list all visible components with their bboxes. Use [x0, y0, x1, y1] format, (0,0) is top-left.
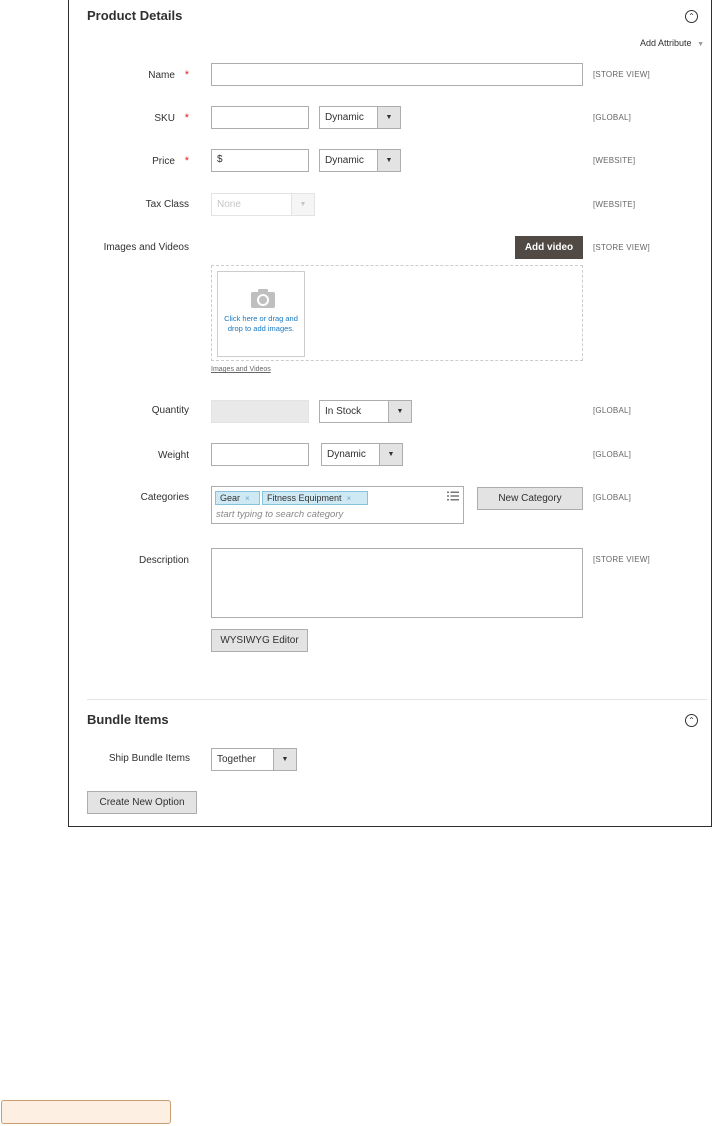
- price-input[interactable]: $: [211, 149, 309, 172]
- required-marker: *: [184, 69, 189, 81]
- chevron-down-icon: ▼: [379, 444, 402, 465]
- weight-mode-value: Dynamic: [327, 449, 366, 460]
- weight-scope: [GLOBAL]: [593, 450, 632, 459]
- camera-icon: [251, 289, 275, 308]
- stock-status-select[interactable]: In Stock ▼: [319, 400, 412, 423]
- chevron-down-icon: ▼: [273, 749, 296, 770]
- tax-class-label: Tax Class: [145, 199, 189, 210]
- categories-label: Categories: [140, 492, 189, 503]
- quantity-label: Quantity: [151, 405, 189, 416]
- sku-scope: [GLOBAL]: [593, 113, 632, 122]
- tax-class-value: None: [217, 199, 241, 210]
- name-input[interactable]: [211, 63, 583, 86]
- tax-class-scope: [WEBSITE]: [593, 200, 636, 209]
- weight-input[interactable]: [211, 443, 309, 466]
- chevron-down-icon: ▼: [291, 194, 314, 215]
- upload-hint: Click here or drag and drop to add image…: [224, 314, 298, 333]
- add-attribute-label: Add Attribute: [640, 38, 692, 48]
- images-scope: [STORE VIEW]: [593, 243, 650, 252]
- name-scope: [STORE VIEW]: [593, 70, 650, 79]
- category-tag-label: Fitness Equipment: [267, 493, 342, 503]
- collapse-icon[interactable]: ⌃: [685, 10, 698, 23]
- price-scope: [WEBSITE]: [593, 156, 636, 165]
- required-marker: *: [184, 112, 189, 124]
- content-panel: Product Details ⌃ Add Attribute ▼ Name *…: [68, 0, 712, 827]
- category-search-placeholder[interactable]: start typing to search category: [216, 509, 343, 520]
- create-new-option-button[interactable]: Create New Option: [87, 791, 197, 814]
- required-marker: *: [184, 155, 189, 167]
- images-videos-link[interactable]: Images and Videos: [211, 366, 271, 373]
- product-details-title: Product Details: [87, 8, 183, 23]
- price-mode-value: Dynamic: [325, 155, 364, 166]
- chevron-down-icon: ▼: [377, 107, 400, 128]
- ship-bundle-items-value: Together: [217, 754, 256, 765]
- ship-bundle-items-select[interactable]: Together ▼: [211, 748, 297, 771]
- weight-label: Weight: [158, 450, 189, 461]
- quantity-scope: [GLOBAL]: [593, 406, 632, 415]
- add-video-button[interactable]: Add video: [515, 236, 583, 259]
- quantity-input[interactable]: [211, 400, 309, 423]
- category-tag-fitness-equipment[interactable]: Fitness Equipment ×: [262, 491, 368, 505]
- new-category-button[interactable]: New Category: [477, 487, 583, 510]
- category-tag-gear[interactable]: Gear ×: [215, 491, 260, 505]
- section-divider: [87, 699, 707, 700]
- image-dropzone[interactable]: Click here or drag and drop to add image…: [211, 265, 583, 361]
- collapse-icon[interactable]: ⌃: [685, 714, 698, 727]
- chevron-down-icon: ▼: [377, 150, 400, 171]
- add-attribute-button[interactable]: Add Attribute ▼: [640, 38, 704, 48]
- sku-label: SKU *: [154, 112, 189, 124]
- stock-status-value: In Stock: [325, 406, 362, 417]
- description-scope: [STORE VIEW]: [593, 555, 650, 564]
- currency-prefix: $: [217, 154, 223, 165]
- description-textarea[interactable]: [211, 548, 583, 618]
- list-icon[interactable]: [447, 491, 459, 501]
- categories-multiselect[interactable]: Gear × Fitness Equipment × start typing …: [211, 486, 464, 524]
- price-label: Price *: [152, 155, 189, 167]
- footer-placeholder-bar: [1, 1100, 171, 1124]
- images-label: Images and Videos: [103, 242, 189, 253]
- image-upload-tile[interactable]: Click here or drag and drop to add image…: [217, 271, 305, 357]
- category-tag-label: Gear: [220, 493, 241, 503]
- tax-class-select[interactable]: None ▼: [211, 193, 315, 216]
- name-label: Name *: [148, 69, 189, 81]
- chevron-down-icon: ▼: [388, 401, 411, 422]
- ship-bundle-items-label: Ship Bundle Items: [108, 753, 190, 764]
- categories-scope: [GLOBAL]: [593, 493, 632, 502]
- chevron-down-icon: ▼: [697, 41, 704, 48]
- remove-tag-icon[interactable]: ×: [347, 494, 352, 503]
- price-mode-select[interactable]: Dynamic ▼: [319, 149, 401, 172]
- remove-tag-icon[interactable]: ×: [245, 494, 250, 503]
- sku-mode-value: Dynamic: [325, 112, 364, 123]
- wysiwyg-editor-button[interactable]: WYSIWYG Editor: [211, 629, 308, 652]
- sku-input[interactable]: [211, 106, 309, 129]
- sku-mode-select[interactable]: Dynamic ▼: [319, 106, 401, 129]
- description-label: Description: [138, 555, 189, 566]
- weight-mode-select[interactable]: Dynamic ▼: [321, 443, 403, 466]
- bundle-items-title: Bundle Items: [87, 712, 169, 727]
